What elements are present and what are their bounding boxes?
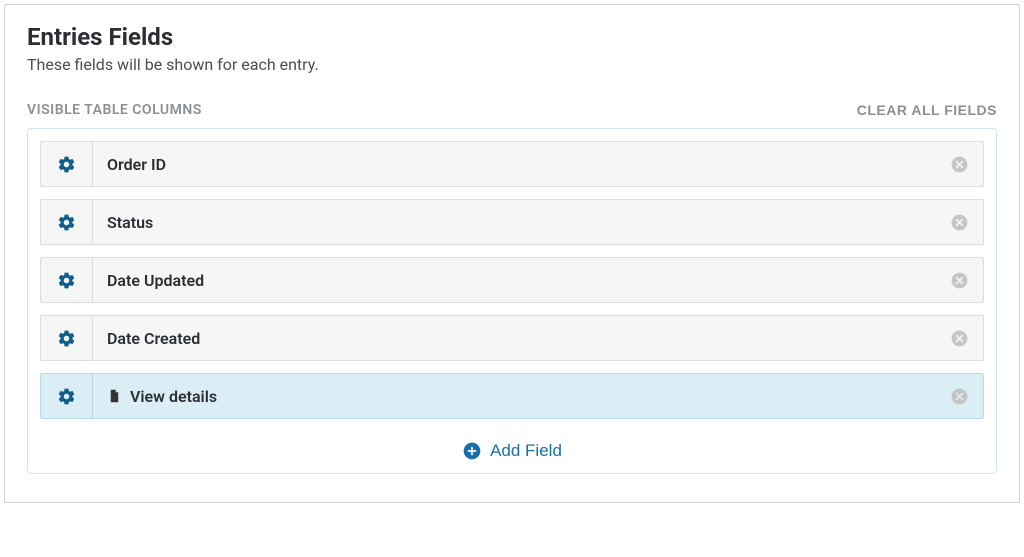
- remove-field-button[interactable]: [935, 387, 983, 406]
- section-header: VISIBLE TABLE COLUMNS CLEAR ALL FIELDS: [27, 102, 997, 118]
- page-subtitle: These fields will be shown for each entr…: [27, 55, 997, 74]
- field-label-text: Status: [107, 213, 153, 232]
- fields-container: Order ID Status Date Updated Date Created Vi…: [27, 128, 997, 474]
- field-label-text: View details: [130, 387, 217, 406]
- remove-field-button[interactable]: [935, 213, 983, 232]
- field-row[interactable]: View details: [40, 373, 984, 419]
- page-icon: [107, 387, 122, 405]
- field-settings-button[interactable]: [41, 200, 93, 244]
- field-row[interactable]: Date Updated: [40, 257, 984, 303]
- field-label-text: Date Created: [107, 329, 200, 348]
- entries-fields-panel: Entries Fields These fields will be show…: [4, 4, 1020, 503]
- field-label: Date Created: [93, 329, 935, 348]
- close-icon: [950, 387, 969, 406]
- field-label-text: Order ID: [107, 155, 166, 174]
- section-title: VISIBLE TABLE COLUMNS: [27, 102, 202, 118]
- field-settings-button[interactable]: [41, 142, 93, 186]
- field-row[interactable]: Status: [40, 199, 984, 245]
- plus-circle-icon: [462, 441, 482, 461]
- field-row[interactable]: Date Created: [40, 315, 984, 361]
- add-field-button[interactable]: Add Field: [40, 441, 984, 461]
- field-label: Order ID: [93, 155, 935, 174]
- remove-field-button[interactable]: [935, 155, 983, 174]
- field-label: View details: [93, 387, 935, 406]
- close-icon: [950, 329, 969, 348]
- field-settings-button[interactable]: [41, 258, 93, 302]
- remove-field-button[interactable]: [935, 271, 983, 290]
- gear-icon: [57, 213, 76, 232]
- field-settings-button[interactable]: [41, 316, 93, 360]
- gear-icon: [57, 271, 76, 290]
- gear-icon: [57, 387, 76, 406]
- gear-icon: [57, 329, 76, 348]
- field-settings-button[interactable]: [41, 374, 93, 418]
- field-label-text: Date Updated: [107, 271, 204, 290]
- close-icon: [950, 271, 969, 290]
- close-icon: [950, 155, 969, 174]
- field-label: Date Updated: [93, 271, 935, 290]
- close-icon: [950, 213, 969, 232]
- page-title: Entries Fields: [27, 23, 997, 51]
- gear-icon: [57, 155, 76, 174]
- add-field-label: Add Field: [490, 441, 562, 461]
- field-label: Status: [93, 213, 935, 232]
- remove-field-button[interactable]: [935, 329, 983, 348]
- field-row[interactable]: Order ID: [40, 141, 984, 187]
- clear-all-fields-button[interactable]: CLEAR ALL FIELDS: [857, 102, 997, 118]
